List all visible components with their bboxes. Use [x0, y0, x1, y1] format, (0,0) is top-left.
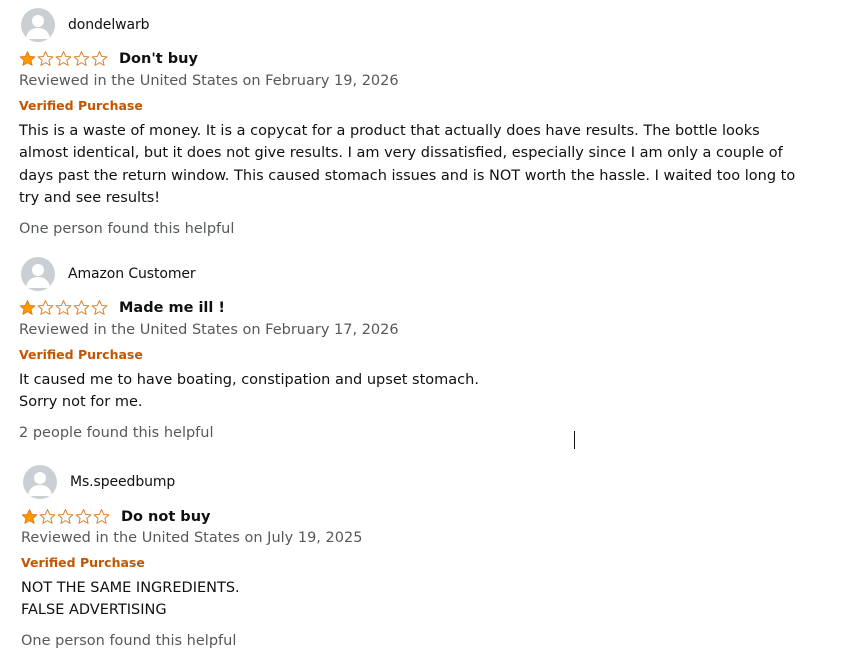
- review-body-line: This is a waste of money. It is a copyca…: [19, 123, 760, 139]
- review-body-line: NOT THE SAME INGREDIENTS.: [21, 580, 240, 596]
- reviewer-name: dondelwarb: [68, 17, 150, 33]
- reviewer-profile[interactable]: Amazon Customer: [21, 257, 196, 291]
- rating-title-row: Made me ill !: [19, 299, 225, 316]
- star-empty-icon: [91, 300, 108, 315]
- verified-purchase-badge: Verified Purchase: [21, 555, 145, 570]
- review-date: Reviewed in the United States on July 19…: [21, 530, 363, 546]
- user-avatar-icon: [21, 257, 55, 291]
- helpful-count: 2 people found this helpful: [19, 425, 214, 441]
- star-filled-icon: [19, 300, 36, 315]
- review-body-line: try and see results!: [19, 190, 161, 207]
- review-body-line: almost identical, but it does not give r…: [19, 145, 783, 162]
- review-body-line: Sorry not for me.: [19, 394, 143, 411]
- review-body-line: days past the return window. This caused…: [19, 167, 796, 184]
- verified-purchase-badge: Verified Purchase: [19, 347, 143, 362]
- review-body: It caused me to have boating, constipati…: [19, 369, 779, 414]
- review-body-line: It caused me to have boating, constipati…: [19, 372, 479, 388]
- star-empty-icon: [39, 509, 56, 524]
- star-empty-icon: [55, 51, 72, 66]
- user-avatar-icon: [21, 8, 55, 42]
- verified-purchase-badge: Verified Purchase: [19, 98, 143, 113]
- review-title[interactable]: Made me ill !: [119, 300, 225, 316]
- reviewer-profile[interactable]: Ms.speedbump: [23, 465, 175, 499]
- reviewer-name: Ms.speedbump: [70, 474, 176, 490]
- star-empty-icon: [93, 509, 110, 524]
- star-rating[interactable]: [19, 50, 109, 67]
- rating-title-row: Do not buy: [21, 508, 210, 525]
- review-title[interactable]: Don't buy: [119, 51, 198, 67]
- review-date: Reviewed in the United States on Februar…: [19, 322, 399, 338]
- review-body: NOT THE SAME INGREDIENTS. FALSE ADVERTISI…: [21, 577, 781, 622]
- review-body: This is a waste of money. It is a copyca…: [19, 120, 796, 210]
- review-body-line: FALSE ADVERTISING: [21, 602, 167, 619]
- star-filled-icon: [21, 509, 38, 524]
- helpful-count: One person found this helpful: [19, 221, 235, 237]
- reviewer-name: Amazon Customer: [68, 266, 196, 282]
- star-empty-icon: [37, 300, 54, 315]
- star-rating[interactable]: [19, 299, 109, 316]
- user-avatar-icon: [23, 465, 57, 499]
- rating-title-row: Don't buy: [19, 50, 198, 67]
- reviewer-profile[interactable]: dondelwarb: [21, 8, 149, 42]
- star-filled-icon: [19, 51, 36, 66]
- star-empty-icon: [55, 300, 72, 315]
- review-date: Reviewed in the United States on Februar…: [19, 73, 399, 89]
- star-empty-icon: [75, 509, 92, 524]
- text-cursor-icon: [574, 431, 575, 449]
- star-empty-icon: [73, 300, 90, 315]
- star-empty-icon: [73, 51, 90, 66]
- helpful-count: One person found this helpful: [21, 633, 237, 649]
- star-empty-icon: [91, 51, 108, 66]
- star-rating[interactable]: [21, 508, 111, 525]
- star-empty-icon: [37, 51, 54, 66]
- star-empty-icon: [57, 509, 74, 524]
- review-title[interactable]: Do not buy: [121, 509, 210, 525]
